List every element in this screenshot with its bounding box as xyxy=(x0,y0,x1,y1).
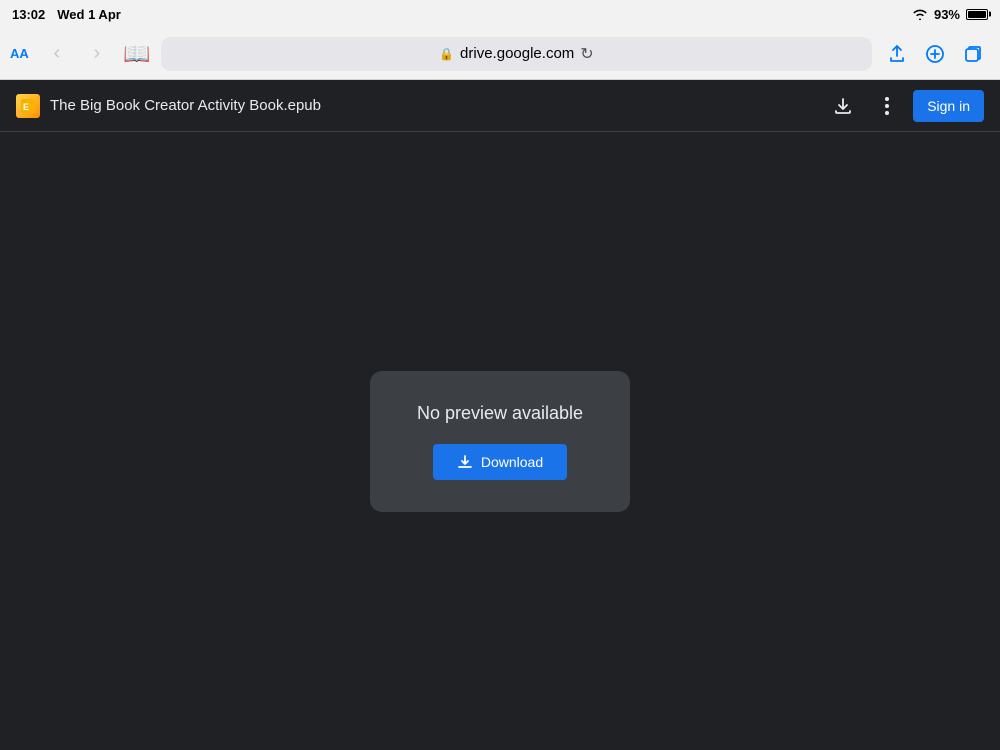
tabs-button[interactable] xyxy=(956,37,990,71)
bookmarks-button[interactable]: 📖 xyxy=(121,38,153,70)
new-tab-button[interactable] xyxy=(918,37,952,71)
drive-toolbar: E The Big Book Creator Activity Book.epu… xyxy=(0,80,1000,132)
status-bar: 13:02 Wed 1 Apr 93% xyxy=(0,0,1000,28)
status-bar-right: 93% xyxy=(912,7,988,22)
download-button[interactable]: Download xyxy=(433,444,567,480)
no-preview-text: No preview available xyxy=(417,403,583,424)
time-display: 13:02 xyxy=(12,7,45,22)
lock-icon: 🔒 xyxy=(439,47,454,61)
reload-button[interactable]: ↻ xyxy=(580,44,593,64)
drive-toolbar-actions: Sign in xyxy=(825,88,984,124)
date-display: Wed 1 Apr xyxy=(57,7,121,22)
url-display: drive.google.com xyxy=(460,45,574,62)
wifi-icon xyxy=(912,8,928,20)
sign-in-button[interactable]: Sign in xyxy=(913,90,984,122)
share-button[interactable] xyxy=(880,37,914,71)
main-content: No preview available Download xyxy=(0,132,1000,750)
battery-percent: 93% xyxy=(934,7,960,22)
nav-actions xyxy=(880,37,990,71)
svg-text:E: E xyxy=(23,102,29,112)
forward-button[interactable]: › xyxy=(81,38,113,70)
download-button-label: Download xyxy=(481,454,543,470)
no-preview-card: No preview available Download xyxy=(370,371,630,512)
aa-button[interactable]: AA xyxy=(10,46,29,61)
browser-nav-bar: AA ‹ › 📖 🔒 drive.google.com ↻ xyxy=(0,28,1000,80)
drive-more-button[interactable] xyxy=(869,88,905,124)
file-name: The Big Book Creator Activity Book.epub xyxy=(50,97,825,114)
address-bar[interactable]: 🔒 drive.google.com ↻ xyxy=(161,37,872,71)
file-type-icon: E xyxy=(16,94,40,118)
back-button[interactable]: ‹ xyxy=(41,38,73,70)
drive-download-button[interactable] xyxy=(825,88,861,124)
battery-icon xyxy=(966,9,988,20)
download-icon xyxy=(457,454,473,470)
status-bar-left: 13:02 Wed 1 Apr xyxy=(12,7,121,22)
